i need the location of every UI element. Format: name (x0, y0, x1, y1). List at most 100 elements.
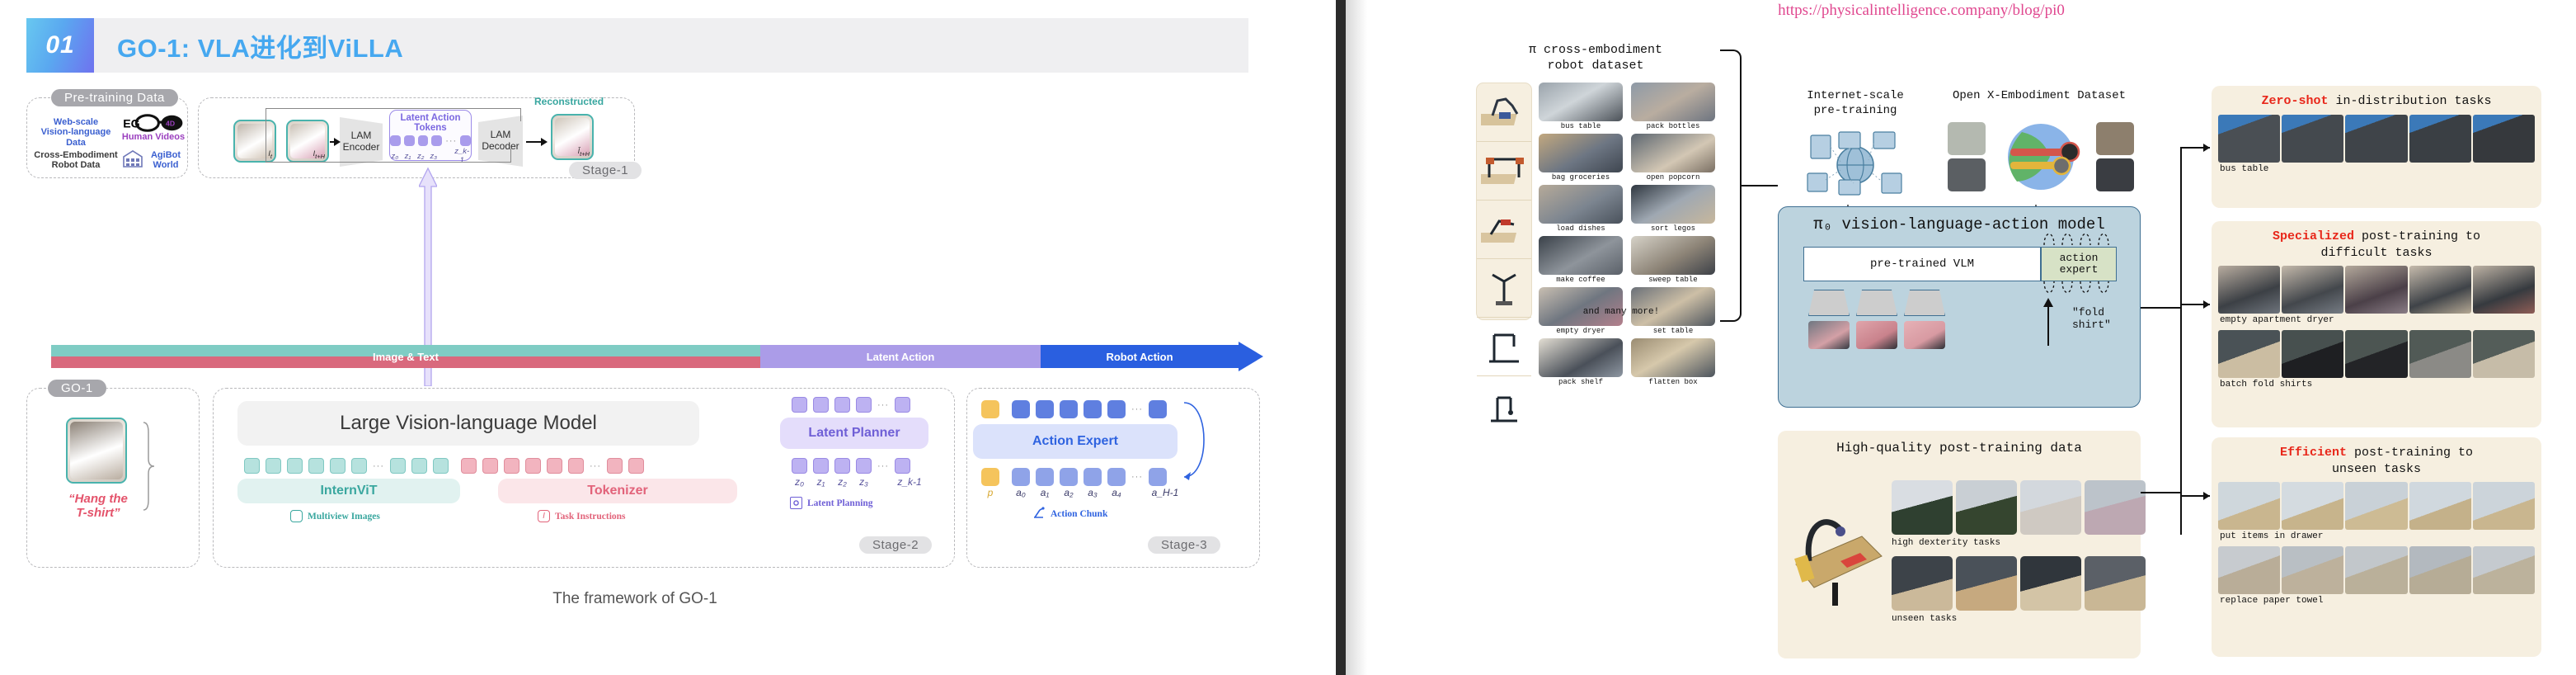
legend-multiview-images: Multiview Images (290, 510, 380, 522)
human-videos-label: Human Videos (121, 132, 186, 142)
action-flow-arrows (2043, 233, 2109, 294)
pretraining-data-tag: Pre-training Data (51, 89, 178, 106)
thumb-caption: sweep table (1648, 276, 1698, 284)
strip-frame (2409, 546, 2471, 594)
vision-token (244, 458, 260, 474)
camera-wedge (1904, 290, 1945, 316)
image-icon (290, 510, 303, 522)
token (417, 135, 429, 146)
observation-image (1856, 321, 1897, 349)
thumb-caption: load dishes (1556, 224, 1605, 233)
token (390, 135, 401, 146)
ellipsis: ··· (445, 135, 458, 146)
thumb (1631, 185, 1715, 224)
action-expert-group: ··· Action Expert ··· p a₀ a₁ a₂ a₃ a₄ a… (973, 398, 1237, 538)
stage3-tag: Stage-3 (1148, 536, 1221, 554)
feedback-top-line (266, 108, 521, 110)
a-label: a₁ (1040, 487, 1050, 498)
planner-token (856, 397, 872, 413)
strip-frame (2218, 546, 2281, 594)
action-token (1012, 468, 1030, 486)
arrowhead-recon (541, 138, 548, 146)
z-label: z₀ (391, 151, 399, 161)
strip-frame (2218, 330, 2281, 378)
camera-wedge (1856, 290, 1897, 316)
slide-root: 01 GO-1: VLA进化到ViLLA Pre-training Data W… (0, 0, 2576, 675)
action-token (1149, 400, 1167, 418)
ego4d-logo: EG 4D (122, 114, 183, 132)
strip-frame (2472, 330, 2536, 378)
planner-token (834, 458, 850, 474)
brace-icon (142, 421, 155, 512)
z-label: z₀ (794, 476, 805, 488)
strip-image (1892, 556, 1953, 611)
strip-frame (2218, 482, 2281, 530)
strip-frame (2218, 114, 2281, 163)
thumb-caption: open popcorn (1646, 173, 1700, 182)
dataset-thumb-grid: bus table pack bottles bag groceries ope… (1539, 83, 1715, 386)
post-training-title: High-quality post-training data (1836, 441, 2082, 456)
action-expert-pill: Action Expert (973, 424, 1178, 459)
observation-image (1808, 321, 1850, 349)
result-panel-zero-shot: Zero-shot in-distribution tasks bus tabl… (2212, 86, 2541, 208)
z-label: z_k-1 (897, 476, 922, 488)
result-caption-1-1: bus table (2220, 163, 2269, 174)
action-token (1107, 468, 1126, 486)
robot-arm-illustration (1789, 485, 1885, 609)
ellipsis: ··· (590, 460, 601, 471)
ellipsis: ··· (877, 399, 889, 410)
feedback-down-line (520, 108, 522, 121)
thumb-caption: flatten box (1648, 378, 1698, 386)
strip-frame (2282, 482, 2344, 530)
robot-embodiment (1477, 142, 1531, 201)
arrowbar-label-robot-action: Robot Action (1041, 345, 1239, 368)
thumb (1539, 236, 1623, 275)
text-token (568, 458, 584, 474)
arrowhead-result3 (2203, 492, 2210, 500)
frame-it-label: It (268, 149, 272, 160)
unseen-tasks-caption: unseen tasks (1892, 614, 1958, 624)
camera-wedge (1808, 290, 1850, 316)
lam-decoder: LAM Decoder (478, 116, 523, 167)
cross-embodiment-label: Cross-Embodiment Robot Data (34, 150, 118, 171)
stage1-tag: Stage-1 (569, 162, 642, 179)
result-rest-1: in-distribution tasks (2328, 94, 2492, 108)
thumb-caption: sort legos (1650, 224, 1695, 233)
strip-image (2085, 480, 2146, 535)
strip-frame (2409, 114, 2471, 163)
ellipsis: ··· (1131, 472, 1143, 482)
slide-title-row: 01 GO-1: VLA进化到ViLLA (26, 18, 1248, 73)
strip-frame (2472, 266, 2536, 314)
thumb (1539, 83, 1623, 121)
planner-token (895, 458, 910, 474)
dataset-item: make coffee (1539, 236, 1623, 284)
proprio-token (981, 400, 999, 418)
pretrained-vlm-box: pre-trained VLM (1803, 247, 2041, 281)
feedback-bottom-line (266, 162, 511, 163)
planner-token (834, 397, 850, 413)
thumb (1631, 236, 1715, 275)
source-url[interactable]: https://physicalintelligence.company/blo… (1468, 2, 2375, 20)
latent-action-tokens-box: Latent Action Tokens ··· z₀ z₁ z₂ z₃ z_k… (389, 110, 472, 165)
planner-token-row-bottom: ··· (792, 458, 910, 474)
text-token (461, 458, 477, 474)
result-title-3: Efficient post-training to unseen tasks (2212, 437, 2541, 477)
high-dexterity-caption: high dexterity tasks (1892, 538, 2001, 548)
internet-scale-title: Internet-scale pre-training (1781, 89, 1930, 118)
result-strip (2218, 330, 2536, 378)
thumb-caption: bag groceries (1551, 173, 1610, 182)
thumb (1539, 338, 1623, 377)
result-title-2: Specialized post-training to difficult t… (2212, 221, 2541, 261)
high-dexterity-strip (1892, 480, 2146, 535)
dataset-item: pack shelf (1539, 338, 1623, 386)
legend-action-chunk: Action Chunk (1032, 507, 1107, 522)
svg-text:4D: 4D (166, 120, 175, 128)
web-scale-label: Web-scale Vision-language Data (40, 117, 111, 148)
z-label: z₁ (816, 476, 825, 488)
action-loop-arrow (1176, 398, 1209, 489)
strip-frame (2345, 330, 2408, 378)
reconstructed-label: Reconstructed (534, 96, 604, 107)
strip-frame (2409, 266, 2471, 314)
result-panel-specialized: Specialized post-training to difficult t… (2212, 221, 2541, 427)
planner-token (792, 458, 807, 474)
